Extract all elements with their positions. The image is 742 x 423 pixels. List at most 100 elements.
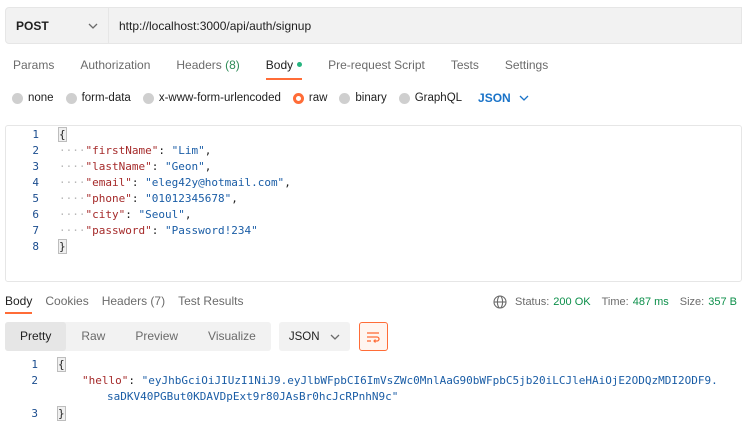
code-line: 8} bbox=[6, 239, 741, 255]
tab-test-results-label: Test Results bbox=[178, 294, 244, 308]
radio-raw[interactable]: raw bbox=[292, 92, 328, 104]
comma: , bbox=[204, 160, 212, 173]
tab-response-headers[interactable]: Headers (7) bbox=[97, 290, 165, 314]
tab-pre-request-script[interactable]: Pre-request Script bbox=[315, 52, 425, 80]
open-brace: { bbox=[57, 357, 66, 372]
radio-graphql[interactable]: GraphQL bbox=[398, 92, 462, 104]
line-number: 1 bbox=[31, 358, 38, 371]
tab-settings-label: Settings bbox=[504, 58, 549, 72]
tab-response-body-label: Body bbox=[5, 294, 33, 308]
tab-response-body[interactable]: Body bbox=[0, 290, 33, 314]
globe-icon[interactable] bbox=[493, 295, 507, 309]
chevron-down-icon bbox=[519, 95, 529, 101]
json-value: "Seoul" bbox=[138, 208, 185, 221]
tab-response-headers-label: Headers bbox=[101, 294, 148, 308]
tab-cookies[interactable]: Cookies bbox=[40, 290, 88, 314]
line-number: 6 bbox=[32, 208, 39, 221]
line-number: 8 bbox=[32, 240, 39, 253]
code-line: 6 ····"city": "Seoul", bbox=[6, 207, 741, 223]
view-raw-button[interactable]: Raw bbox=[66, 322, 120, 351]
json-value-continued: saDKV40PGBut0KDAVDpExt9r80JAsBr0hcJcRPnh… bbox=[107, 390, 399, 403]
tab-authorization-label: Authorization bbox=[80, 58, 151, 72]
chevron-down-icon bbox=[330, 334, 339, 340]
radio-circle[interactable] bbox=[339, 92, 351, 104]
tab-authorization[interactable]: Authorization bbox=[67, 52, 150, 80]
radio-circle[interactable] bbox=[65, 92, 77, 104]
tab-params[interactable]: Params bbox=[0, 52, 54, 80]
view-pretty-button[interactable]: Pretty bbox=[5, 322, 67, 351]
method-select[interactable]: POST bbox=[5, 7, 109, 44]
time-value[interactable]: 487 ms bbox=[633, 296, 669, 308]
json-value: "Password!234" bbox=[164, 224, 258, 237]
method-label: POST bbox=[16, 18, 49, 33]
size-value[interactable]: 357 B bbox=[708, 296, 737, 308]
response-body-viewer[interactable]: 1{ 2 "hello": "eyJhbGciOiJIUzI1NiJ9.eyJlb… bbox=[5, 357, 742, 423]
code-text: ····"password": "Password!234" bbox=[59, 224, 258, 237]
code-line: 5 ····"phone": "01012345678", bbox=[6, 191, 741, 207]
chevron-down-icon bbox=[88, 23, 98, 29]
tab-test-results[interactable]: Test Results bbox=[173, 290, 243, 314]
tab-settings[interactable]: Settings bbox=[492, 52, 548, 80]
json-value: "Lim" bbox=[171, 144, 205, 157]
tab-tests-label: Tests bbox=[450, 58, 479, 72]
close-brace: } bbox=[58, 239, 67, 254]
radio-circle-selected[interactable] bbox=[292, 92, 304, 104]
request-body-editor[interactable]: 1{ 2 ····"firstName": "Lim", 3 ····"lastNa… bbox=[5, 125, 742, 282]
body-indicator-dot bbox=[297, 62, 303, 68]
comma: , bbox=[284, 176, 291, 189]
radio-circle[interactable] bbox=[12, 92, 23, 104]
url-text: http://localhost:3000/api/auth/signup bbox=[119, 18, 312, 33]
json-key: "email" bbox=[85, 176, 132, 189]
radio-urlencoded[interactable]: x-www-form-urlencoded bbox=[142, 92, 281, 104]
code-line: 3} bbox=[5, 406, 742, 422]
code-text: } bbox=[57, 406, 66, 422]
code-line-wrapped: saDKV40PGBut0KDAVDpExt9r80JAsBr0hcJcRPnh… bbox=[5, 389, 742, 405]
radio-none[interactable]: none bbox=[12, 92, 54, 104]
view-mode-group: Pretty Raw Preview Visualize bbox=[5, 322, 271, 351]
tab-pre-request-label: Pre-request Script bbox=[328, 58, 425, 72]
status-value[interactable]: 200 OK bbox=[553, 296, 590, 308]
response-format-label: JSON bbox=[288, 330, 320, 343]
tab-headers-label: Headers bbox=[176, 58, 222, 72]
comma: , bbox=[231, 192, 238, 205]
json-value: "eleg42y@hotmail.com" bbox=[145, 176, 285, 189]
language-label: JSON bbox=[478, 91, 511, 105]
line-number: 2 bbox=[31, 374, 38, 387]
radio-circle[interactable] bbox=[398, 92, 410, 104]
response-tabs: Body Cookies Headers (7) Test Results bbox=[0, 290, 251, 314]
radio-form-data[interactable]: form-data bbox=[65, 92, 131, 104]
json-key: "lastName" bbox=[85, 160, 152, 173]
code-text: ····"email": "eleg42y@hotmail.com", bbox=[59, 176, 291, 189]
request-tabs: Params Authorization Headers (8) Body Pr… bbox=[0, 52, 561, 80]
code-text: } bbox=[58, 239, 67, 255]
code-text: saDKV40PGBut0KDAVDpExt9r80JAsBr0hcJcRPnh… bbox=[107, 389, 398, 405]
headers-count: (8) bbox=[225, 58, 240, 72]
json-value: "Geon" bbox=[164, 160, 205, 173]
tab-body[interactable]: Body bbox=[253, 52, 303, 80]
line-number: 4 bbox=[32, 176, 39, 189]
open-brace: { bbox=[58, 127, 67, 142]
response-status-bar: Status: 200 OK Time: 487 ms Size: 357 B bbox=[493, 295, 737, 309]
tab-tests[interactable]: Tests bbox=[438, 52, 479, 80]
line-number: 1 bbox=[32, 128, 39, 141]
radio-none-label: none bbox=[28, 92, 54, 104]
view-visualize-button[interactable]: Visualize bbox=[193, 322, 271, 351]
radio-circle[interactable] bbox=[142, 92, 154, 104]
view-preview-button[interactable]: Preview bbox=[120, 322, 193, 351]
tab-cookies-label: Cookies bbox=[45, 294, 89, 308]
code-line: 1{ bbox=[6, 127, 741, 143]
radio-raw-label: raw bbox=[308, 92, 328, 104]
response-format-select[interactable]: JSON bbox=[278, 322, 350, 351]
tab-headers[interactable]: Headers (8) bbox=[163, 52, 239, 80]
radio-binary[interactable]: binary bbox=[339, 92, 387, 104]
code-text: ····"firstName": "Lim", bbox=[59, 144, 212, 157]
time-label: Time: bbox=[601, 296, 629, 308]
json-value: "01012345678" bbox=[145, 192, 232, 205]
wrap-lines-icon bbox=[367, 331, 380, 343]
wrap-lines-button[interactable] bbox=[358, 322, 388, 351]
line-number: 3 bbox=[32, 160, 39, 173]
language-select[interactable]: JSON bbox=[478, 91, 529, 105]
url-input[interactable]: http://localhost:3000/api/auth/signup bbox=[109, 7, 742, 44]
status-label: Status: bbox=[515, 296, 550, 308]
code-line: 1{ bbox=[5, 357, 742, 373]
